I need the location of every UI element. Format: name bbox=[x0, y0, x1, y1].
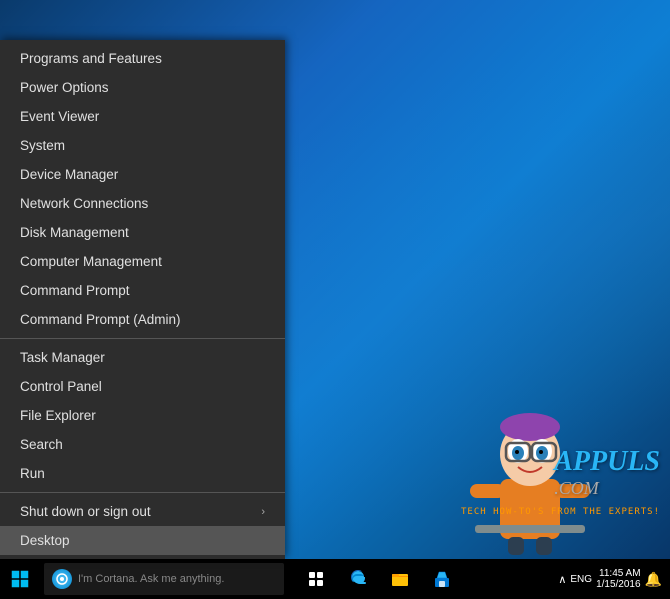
store-icon bbox=[433, 570, 451, 588]
menu-item-control-panel[interactable]: Control Panel bbox=[0, 372, 285, 401]
appuals-branding: APPULS.COM TECH HOW-TO'S FROM THE EXPERT… bbox=[280, 339, 670, 559]
menu-item-label-command-prompt-admin: Command Prompt (Admin) bbox=[20, 312, 181, 327]
menu-item-command-prompt[interactable]: Command Prompt bbox=[0, 276, 285, 305]
appuals-dotcom: .COM bbox=[554, 478, 660, 499]
context-menu: Programs and Features Power Options Event … bbox=[0, 40, 285, 559]
menu-item-label-network-connections: Network Connections bbox=[20, 196, 148, 211]
menu-item-label-disk-management: Disk Management bbox=[20, 225, 129, 240]
menu-item-label-command-prompt: Command Prompt bbox=[20, 283, 130, 298]
menu-item-label-computer-management: Computer Management bbox=[20, 254, 162, 269]
menu-item-device-manager[interactable]: Device Manager bbox=[0, 160, 285, 189]
menu-divider-16 bbox=[0, 492, 285, 493]
menu-item-shut-down-sign-out[interactable]: Shut down or sign out › bbox=[0, 497, 285, 526]
menu-item-event-viewer[interactable]: Event Viewer bbox=[0, 102, 285, 131]
menu-item-command-prompt-admin[interactable]: Command Prompt (Admin) bbox=[0, 305, 285, 334]
menu-item-label-device-manager: Device Manager bbox=[20, 167, 118, 182]
explorer-icon bbox=[391, 570, 409, 588]
menu-item-label-event-viewer: Event Viewer bbox=[20, 109, 99, 124]
menu-item-label-control-panel: Control Panel bbox=[20, 379, 102, 394]
edge-icon bbox=[349, 570, 367, 588]
task-view-button[interactable] bbox=[296, 559, 336, 599]
menu-item-label-search: Search bbox=[20, 437, 63, 452]
menu-item-desktop[interactable]: Desktop bbox=[0, 526, 285, 555]
menu-item-search[interactable]: Search bbox=[0, 430, 285, 459]
windows-icon bbox=[11, 570, 29, 588]
menu-item-label-task-manager: Task Manager bbox=[20, 350, 105, 365]
menu-item-computer-management[interactable]: Computer Management bbox=[0, 247, 285, 276]
menu-item-label-power-options: Power Options bbox=[20, 80, 109, 95]
system-tray: ∧ bbox=[558, 573, 566, 586]
menu-item-task-manager[interactable]: Task Manager bbox=[0, 343, 285, 372]
appuals-logo-text: APPULS.COM bbox=[554, 446, 660, 499]
menu-item-arrow-shut-down-sign-out: › bbox=[261, 506, 265, 518]
store-button[interactable] bbox=[422, 559, 462, 599]
menu-item-label-system: System bbox=[20, 138, 65, 153]
menu-item-label-programs-features: Programs and Features bbox=[20, 51, 162, 66]
start-button[interactable] bbox=[0, 559, 40, 599]
taskbar-right: ∧ ENG 11:45 AM1/15/2016 🔔 bbox=[558, 568, 670, 590]
cortana-search[interactable]: I'm Cortana. Ask me anything. bbox=[44, 563, 284, 595]
task-view-icon bbox=[308, 571, 324, 587]
clock: 11:45 AM1/15/2016 bbox=[596, 568, 641, 590]
menu-item-disk-management[interactable]: Disk Management bbox=[0, 218, 285, 247]
menu-divider-10 bbox=[0, 338, 285, 339]
menu-item-system[interactable]: System bbox=[0, 131, 285, 160]
menu-item-label-run: Run bbox=[20, 466, 45, 481]
cortana-icon bbox=[52, 569, 72, 589]
language-indicator: ENG bbox=[570, 574, 592, 585]
menu-item-network-connections[interactable]: Network Connections bbox=[0, 189, 285, 218]
menu-item-label-file-explorer: File Explorer bbox=[20, 408, 96, 423]
menu-item-label-shut-down-sign-out: Shut down or sign out bbox=[20, 504, 151, 519]
appuals-tagline: TECH HOW-TO'S FROM THE EXPERTS! bbox=[461, 507, 660, 517]
menu-item-power-options[interactable]: Power Options bbox=[0, 73, 285, 102]
menu-item-programs-features[interactable]: Programs and Features bbox=[0, 44, 285, 73]
menu-item-run[interactable]: Run bbox=[0, 459, 285, 488]
edge-button[interactable] bbox=[338, 559, 378, 599]
menu-item-file-explorer[interactable]: File Explorer bbox=[0, 401, 285, 430]
notification-center[interactable]: 🔔 bbox=[645, 571, 662, 588]
cortana-placeholder: I'm Cortana. Ask me anything. bbox=[78, 573, 224, 585]
taskbar-icons bbox=[296, 559, 462, 599]
menu-item-label-desktop: Desktop bbox=[20, 533, 70, 548]
explorer-button[interactable] bbox=[380, 559, 420, 599]
taskbar: I'm Cortana. Ask me anything. bbox=[0, 559, 670, 599]
